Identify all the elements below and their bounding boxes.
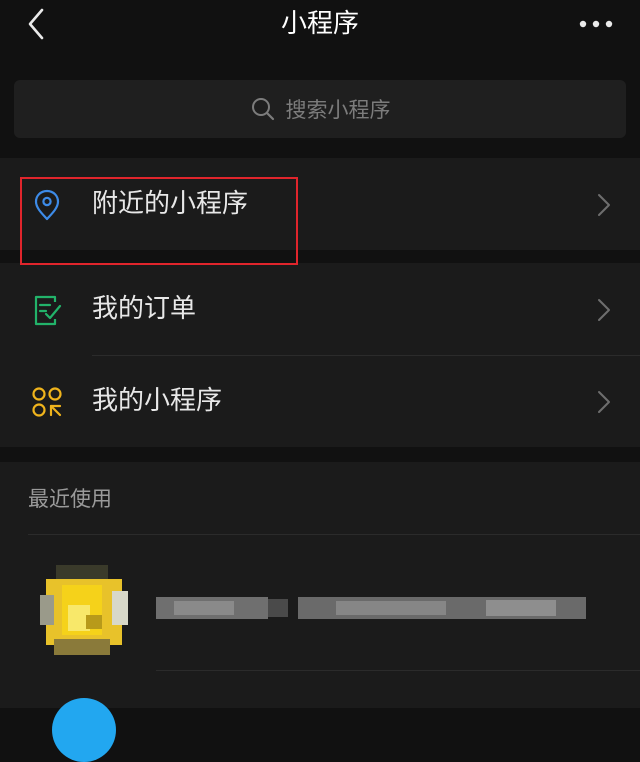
recent-item[interactable] [0,535,640,669]
search-placeholder: 搜索小程序 [285,98,391,122]
location-pin-icon [34,189,60,221]
blurred-title [156,597,586,619]
chevron-right-icon [598,299,610,321]
chevron-right-icon [598,391,610,413]
menu-group-nearby: 附近的小程序 [0,158,640,250]
menu-item-label: 附近的小程序 [92,189,249,219]
mini-program-icon [32,387,62,417]
search-input[interactable]: 搜索小程序 [14,80,626,138]
navigation-bar: 小程序 [0,0,640,62]
order-list-icon [34,295,62,326]
avatar [40,565,128,655]
recent-section: 最近使用 [0,462,640,762]
menu-item-my-orders[interactable]: 我的订单 [0,263,640,355]
more-dots-icon [579,20,613,28]
menu-item-label: 我的订单 [92,294,197,324]
more-button[interactable] [578,14,614,34]
menu-item-label: 我的小程序 [92,386,223,416]
divider [156,670,640,671]
section-title: 最近使用 [28,487,112,511]
menu-group-personal: 我的订单 我的小程序 [0,263,640,447]
menu-item-nearby-mini-programs[interactable]: 附近的小程序 [0,158,640,250]
page-title: 小程序 [280,9,359,39]
search-icon [251,98,274,121]
menu-item-my-mini-programs[interactable]: 我的小程序 [0,355,640,447]
chevron-right-icon [598,194,610,216]
